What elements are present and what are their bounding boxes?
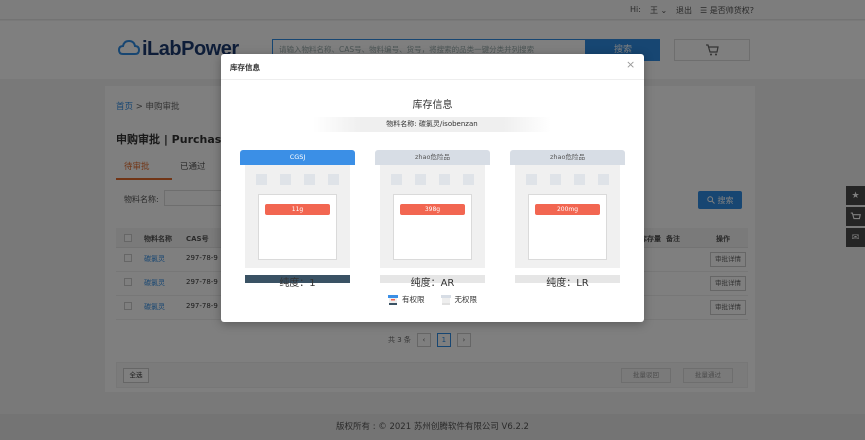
window-icon	[304, 174, 315, 185]
window-icon	[439, 174, 450, 185]
window-icon	[328, 174, 339, 185]
purity-label: 纯度：1	[279, 278, 316, 289]
permission-legend: 有权限 无权限	[221, 294, 644, 305]
warehouse-card[interactable]: zhao危险品 398g	[375, 150, 490, 283]
inventory-modal: 库存信息 × 库存信息 物料名称: 碳氯灵/isobenzan CGSJ 11g…	[221, 54, 644, 322]
window-icon	[415, 174, 426, 185]
modal-header: 库存信息 ×	[221, 54, 644, 80]
window-icon	[463, 174, 474, 185]
window-icon	[526, 174, 537, 185]
legend-without-permission-label: 无权限	[454, 295, 478, 304]
warehouse-building-icon: 200mg	[515, 165, 620, 283]
legend-with-permission-label: 有权限	[402, 295, 425, 304]
legend-with-permission: 有权限	[388, 294, 425, 305]
warehouse-building-icon: 11g	[245, 165, 350, 283]
warehouse-restricted-icon	[440, 294, 451, 305]
warehouse-name: zhao危险品	[375, 150, 490, 165]
warehouse-door: 11g	[258, 194, 337, 260]
stock-quantity-badge: 200mg	[535, 204, 600, 215]
window-icon	[280, 174, 291, 185]
stock-quantity-badge: 11g	[265, 204, 330, 215]
purity-label: 纯度：AR	[410, 278, 455, 289]
warehouse-permitted-icon	[388, 294, 398, 305]
warehouse-name: zhao危险品	[510, 150, 625, 165]
inventory-heading: 库存信息	[412, 100, 453, 111]
warehouse-building-icon: 398g	[380, 165, 485, 283]
modal-title: 库存信息	[230, 63, 260, 72]
purity-label: 纯度：LR	[546, 278, 589, 289]
window-icon	[598, 174, 609, 185]
warehouse-name: CGSJ	[240, 150, 355, 165]
warehouse-card[interactable]: CGSJ 11g	[240, 150, 355, 283]
stock-quantity-badge: 398g	[400, 204, 465, 215]
material-name-label: 物料名称: 碳氯灵/isobenzan	[313, 117, 551, 132]
warehouse-door: 398g	[393, 194, 472, 260]
close-icon[interactable]: ×	[626, 59, 635, 71]
window-icon	[256, 174, 267, 185]
warehouse-card[interactable]: zhao危险品 200mg	[510, 150, 625, 283]
legend-without-permission: 无权限	[440, 294, 478, 305]
window-icon	[550, 174, 561, 185]
window-icon	[391, 174, 402, 185]
warehouse-door: 200mg	[528, 194, 607, 260]
window-icon	[574, 174, 585, 185]
